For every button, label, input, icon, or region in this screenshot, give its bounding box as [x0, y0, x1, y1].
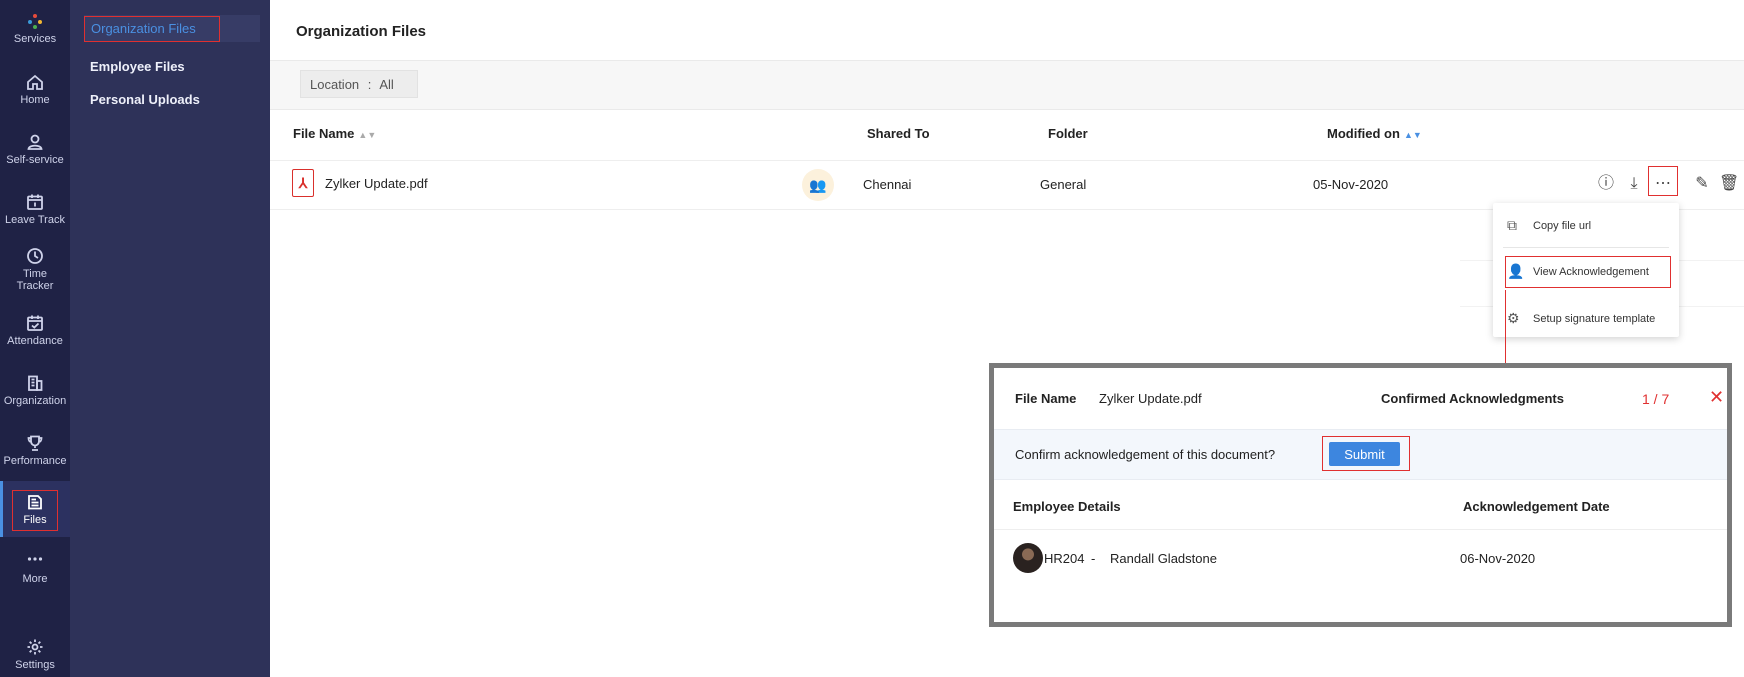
menu-item-label: Copy file url [1533, 220, 1592, 232]
rail-label: Attendance [7, 335, 63, 347]
menu-item-setup-signature-template[interactable]: ⚙ Setup signature template [1493, 299, 1679, 339]
file-actions-menu: ⧉ Copy file url 👤 View Acknowledgement ⚙… [1493, 203, 1679, 337]
ack-employee-name: Randall Gladstone [1110, 551, 1217, 566]
ack-confirmed-label: Confirmed Acknowledgments [1381, 391, 1564, 406]
more-dots-icon [27, 557, 43, 561]
col-header-shared-to: Shared To [867, 126, 930, 141]
user-icon [27, 134, 43, 150]
files-subnav: Organization Files Employee Files Person… [70, 0, 270, 677]
ack-file-name-value: Zylker Update.pdf [1099, 391, 1202, 406]
info-icon[interactable]: ⓘ [1596, 174, 1616, 194]
shared-to-value: Chennai [863, 177, 912, 192]
view-acknowledgement-highlight [1505, 256, 1671, 288]
filter-value: All [379, 77, 394, 92]
close-icon[interactable]: ✕ [1709, 387, 1724, 408]
gear-icon [27, 639, 43, 655]
rail-item-more[interactable]: More [0, 552, 70, 585]
services-icon [28, 14, 42, 29]
rail-item-services[interactable]: Services [0, 12, 70, 45]
calendar-check-icon [27, 315, 43, 331]
rail-item-self-service[interactable]: Self-service [0, 133, 70, 166]
rail-label: Organization [3, 395, 67, 407]
rail-item-home[interactable]: Home [0, 73, 70, 106]
ack-panel-header: File Name Zylker Update.pdf Confirmed Ac… [994, 368, 1727, 429]
app-rail: Services Home Self-service Leave Track T… [0, 0, 70, 677]
col-header-modified-on[interactable]: Modified on ▲▼ [1327, 126, 1422, 141]
download-icon[interactable]: ⤓ [1624, 174, 1644, 194]
home-icon [27, 74, 43, 90]
acknowledgement-panel: File Name Zylker Update.pdf Confirmed Ac… [989, 363, 1732, 627]
copy-icon: ⧉ [1507, 217, 1517, 233]
avatar [1013, 543, 1043, 573]
submit-button[interactable]: Submit [1329, 442, 1400, 466]
rail-label: Performance [3, 455, 67, 467]
rail-label: More [22, 573, 48, 585]
more-options-highlight [1648, 166, 1678, 196]
subnav-item-organization-files[interactable]: Organization Files [84, 16, 220, 42]
ack-file-name-label: File Name [1015, 391, 1077, 406]
modified-on-value: 05-Nov-2020 [1313, 177, 1389, 192]
files-highlight-box [12, 490, 58, 531]
subnav-item-employee-files[interactable]: Employee Files [90, 59, 185, 74]
gear-icon: ⚙ [1507, 310, 1520, 326]
rail-label: Home [20, 94, 50, 106]
rail-item-settings[interactable]: Settings [0, 638, 70, 671]
trophy-icon [27, 435, 43, 451]
rail-item-leave-track[interactable]: Leave Track [0, 193, 70, 226]
ack-confirm-bar: Confirm acknowledgement of this document… [994, 429, 1727, 480]
ack-date: 06-Nov-2020 [1460, 551, 1536, 566]
menu-item-copy-file-url[interactable]: ⧉ Copy file url [1493, 206, 1679, 246]
clock-icon [27, 248, 43, 264]
delete-icon[interactable]: 🗑 [1719, 174, 1739, 194]
building-icon [28, 375, 43, 391]
sort-icon[interactable]: ▲▼ [358, 130, 376, 140]
ack-confirm-question: Confirm acknowledgement of this document… [1015, 447, 1276, 462]
filter-bar: Location : All [270, 60, 1744, 110]
submit-highlight: Submit [1322, 436, 1410, 471]
rail-label: Self-service [6, 154, 64, 166]
rail-label: Time Tracker [16, 268, 54, 292]
col-header-label: File Name [293, 126, 355, 141]
ack-col-employee-details: Employee Details [1013, 499, 1121, 514]
sort-icon[interactable]: ▲▼ [1404, 130, 1422, 140]
ack-col-acknowledgement-date: Acknowledgement Date [1463, 499, 1610, 514]
rail-label: Leave Track [5, 214, 65, 226]
calendar-icon [27, 194, 43, 210]
pdf-file-icon: ⅄ [292, 169, 314, 197]
rail-item-organization[interactable]: Organization [0, 374, 70, 407]
location-filter[interactable]: Location : All [300, 70, 418, 98]
folder-value: General [1040, 177, 1087, 192]
ack-separator: - [1091, 551, 1096, 566]
rail-label: Settings [15, 659, 55, 671]
rail-item-performance[interactable]: Performance [0, 434, 70, 467]
menu-item-label: Setup signature template [1533, 313, 1656, 325]
shared-users-icon[interactable]: 👥 [802, 169, 834, 201]
page-title: Organization Files [296, 23, 427, 40]
rail-item-time-tracker[interactable]: Time Tracker [0, 247, 70, 292]
ack-employee-id: HR204 [1044, 551, 1085, 566]
filter-label: Location [310, 77, 360, 92]
edit-icon[interactable]: ✎ [1692, 174, 1712, 194]
divider [994, 529, 1727, 530]
callout-connector [1505, 290, 1506, 367]
rail-label: Services [13, 33, 57, 45]
ack-confirmed-count: 1 / 7 [1642, 391, 1670, 407]
col-header-label: Modified on [1327, 126, 1400, 141]
rail-item-attendance[interactable]: Attendance [0, 314, 70, 347]
filter-separator: : [367, 77, 372, 92]
col-header-file-name[interactable]: File Name ▲▼ [293, 126, 376, 141]
col-header-folder: Folder [1048, 126, 1088, 141]
menu-divider [1503, 247, 1669, 248]
file-name-link[interactable]: Zylker Update.pdf [325, 176, 428, 191]
subnav-item-personal-uploads[interactable]: Personal Uploads [90, 92, 200, 107]
